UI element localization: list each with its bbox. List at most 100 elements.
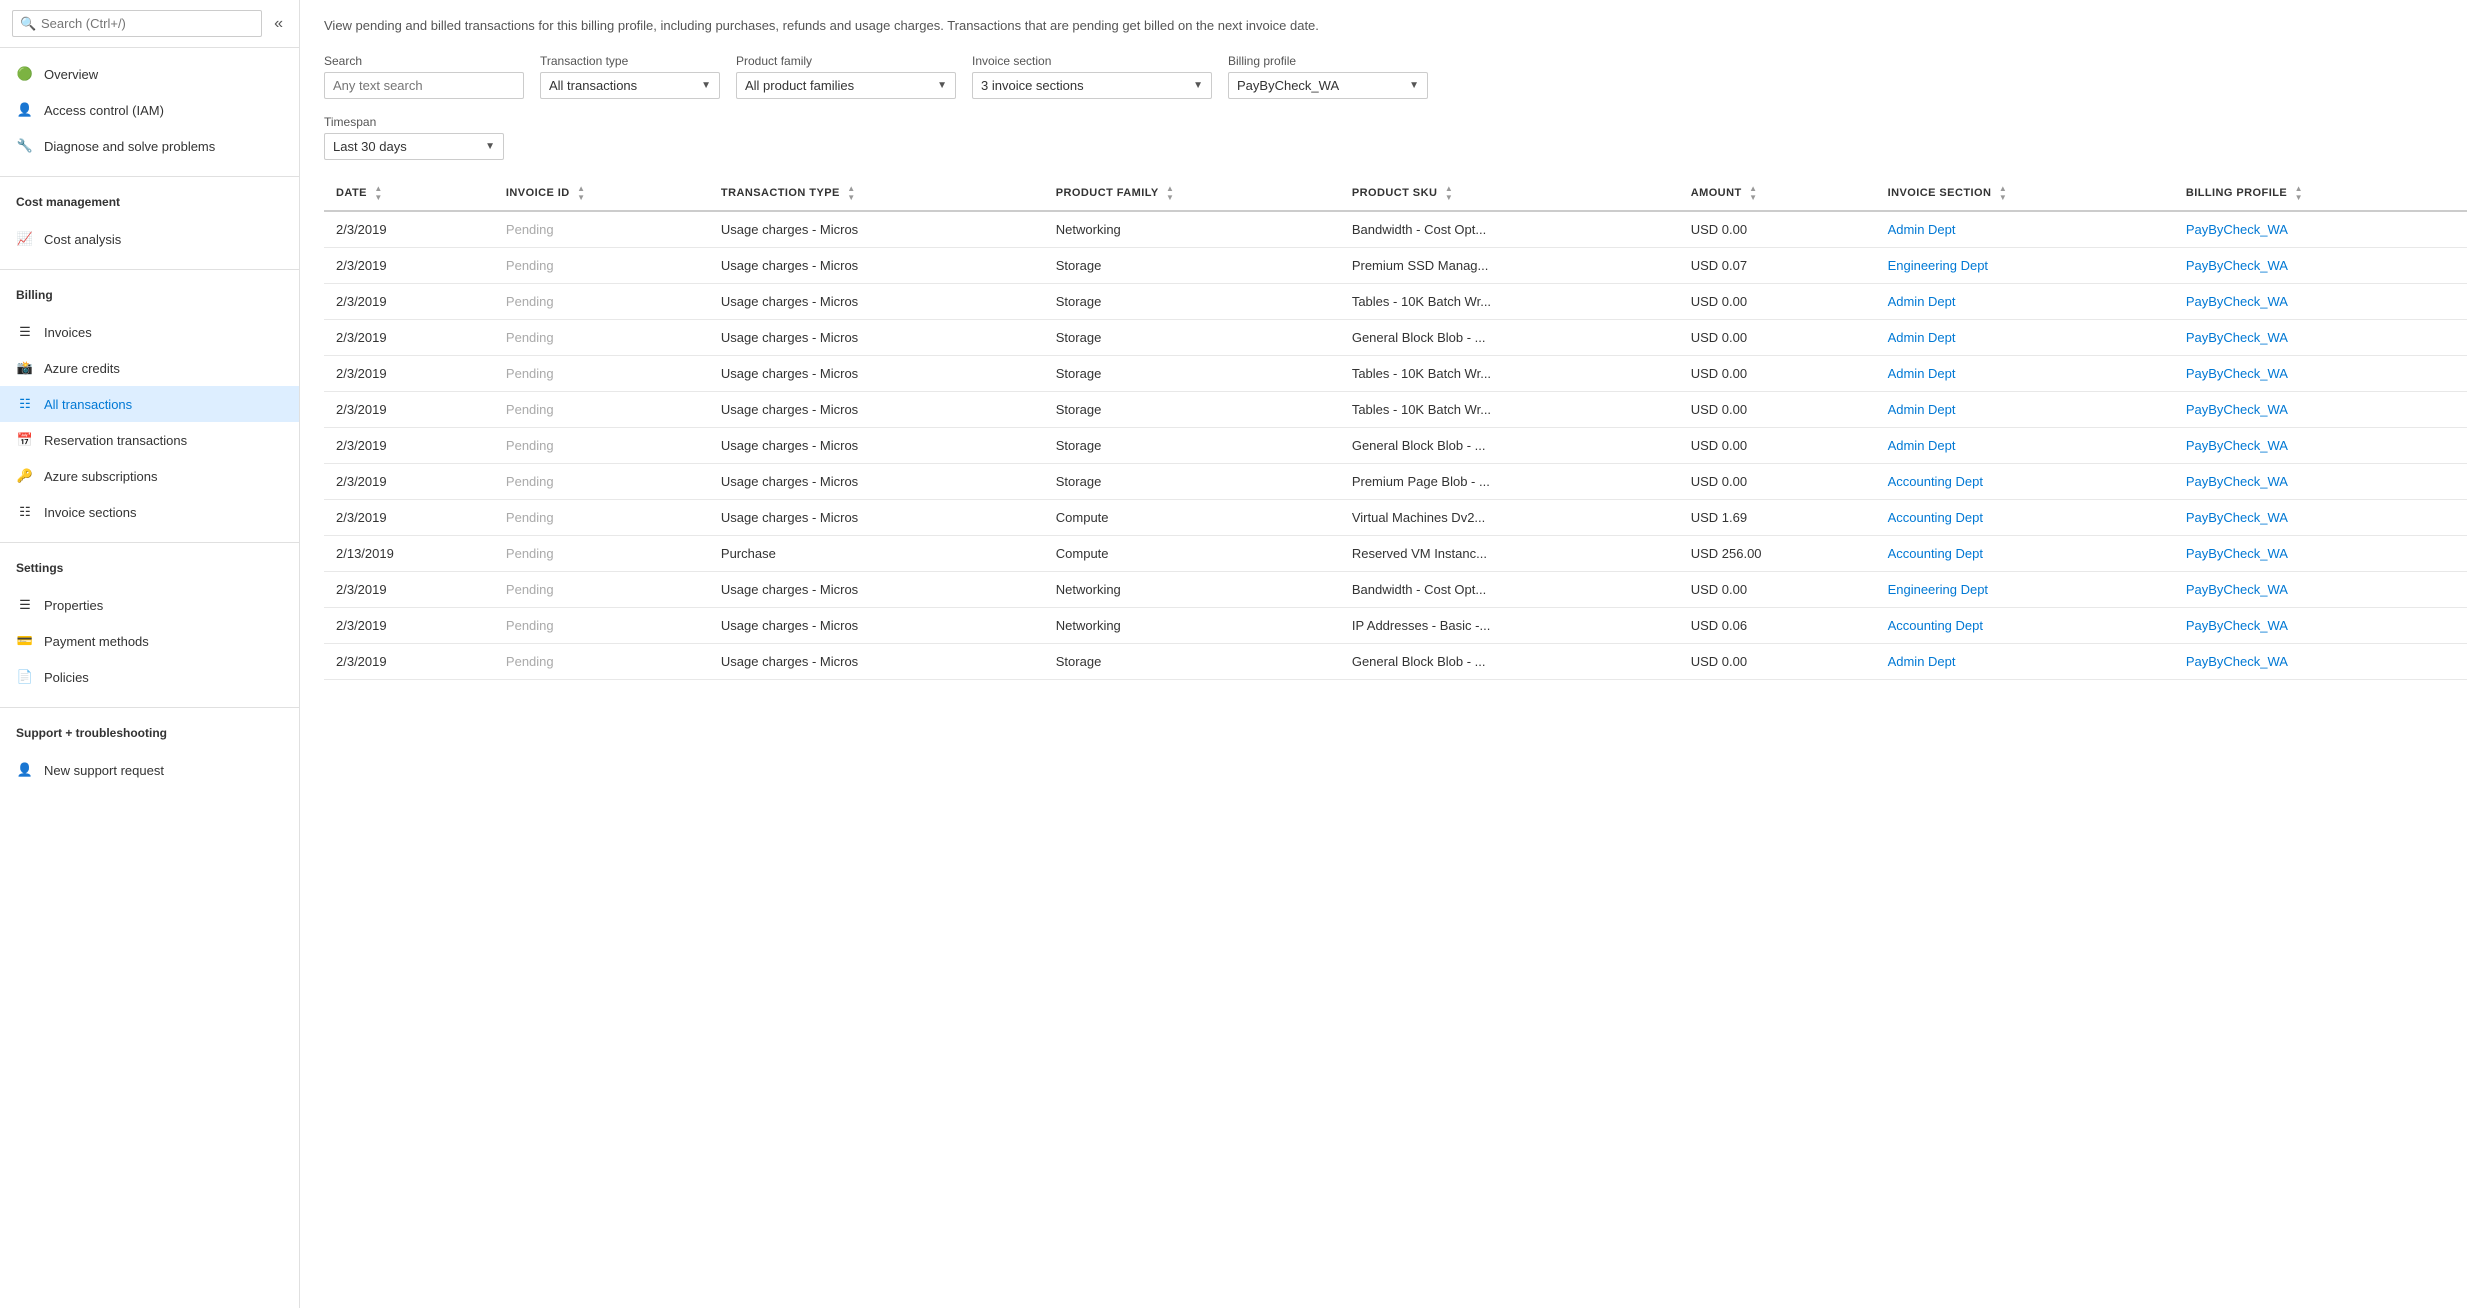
transaction-type-value: All transactions	[549, 78, 637, 93]
cell-invoice-section[interactable]: Engineering Dept	[1876, 247, 2174, 283]
sidebar-item-properties[interactable]: ☰ Properties	[0, 587, 299, 623]
circle-dot-icon: 🟢	[16, 65, 34, 83]
cell-invoice-id: Pending	[494, 499, 709, 535]
cell-billing-profile[interactable]: PayByCheck_WA	[2174, 463, 2467, 499]
table-row: 2/3/2019PendingUsage charges - MicrosNet…	[324, 607, 2467, 643]
collapse-button[interactable]: «	[270, 11, 287, 37]
col-date[interactable]: DATE ▲▼	[324, 176, 494, 211]
sidebar-item-payment-methods[interactable]: 💳 Payment methods	[0, 623, 299, 659]
sidebar-item-access-control[interactable]: 👤 Access control (IAM)	[0, 92, 299, 128]
cell-product-sku: Bandwidth - Cost Opt...	[1340, 211, 1679, 248]
search-filter-input[interactable]	[324, 72, 524, 99]
cell-billing-profile[interactable]: PayByCheck_WA	[2174, 319, 2467, 355]
cell-amount: USD 0.00	[1679, 319, 1876, 355]
product-family-dropdown[interactable]: All product families ▼	[736, 72, 956, 99]
product-family-filter-group: Product family All product families ▼	[736, 54, 956, 99]
cell-invoice-section[interactable]: Engineering Dept	[1876, 571, 2174, 607]
col-product-sku[interactable]: PRODUCT SKU ▲▼	[1340, 176, 1679, 211]
cell-invoice-section[interactable]: Admin Dept	[1876, 355, 2174, 391]
cell-invoice-id: Pending	[494, 571, 709, 607]
billing-profile-dropdown[interactable]: PayByCheck_WA ▼	[1228, 72, 1428, 99]
sidebar-item-new-support-request[interactable]: 👤 New support request	[0, 752, 299, 788]
sidebar-item-policies[interactable]: 📄 Policies	[0, 659, 299, 695]
sidebar-item-invoice-sections[interactable]: ☷ Invoice sections	[0, 494, 299, 530]
cell-amount: USD 0.07	[1679, 247, 1876, 283]
wrench-icon: 🔧	[16, 137, 34, 155]
sidebar-item-label: Reservation transactions	[44, 433, 187, 448]
cell-invoice-section[interactable]: Accounting Dept	[1876, 499, 2174, 535]
cell-amount: USD 0.00	[1679, 355, 1876, 391]
cell-billing-profile[interactable]: PayByCheck_WA	[2174, 427, 2467, 463]
credit-icon: 📸	[16, 359, 34, 377]
cell-billing-profile[interactable]: PayByCheck_WA	[2174, 499, 2467, 535]
cell-invoice-section[interactable]: Admin Dept	[1876, 211, 2174, 248]
cell-product-sku: Tables - 10K Batch Wr...	[1340, 355, 1679, 391]
sidebar-item-label: Overview	[44, 67, 98, 82]
col-amount[interactable]: AMOUNT ▲▼	[1679, 176, 1876, 211]
search-input[interactable]	[12, 10, 262, 37]
key-icon: 🔑	[16, 467, 34, 485]
cell-amount: USD 0.00	[1679, 427, 1876, 463]
cell-date: 2/3/2019	[324, 571, 494, 607]
section-cost-management: Cost management	[0, 181, 299, 213]
sidebar-item-reservation-transactions[interactable]: 📅 Reservation transactions	[0, 422, 299, 458]
col-transaction-type[interactable]: TRANSACTION TYPE ▲▼	[709, 176, 1044, 211]
cell-billing-profile[interactable]: PayByCheck_WA	[2174, 643, 2467, 679]
filters-row-2: Timespan Last 30 days ▼	[324, 115, 2467, 160]
grid-icon: ☷	[16, 395, 34, 413]
support-nav: 👤 New support request	[0, 744, 299, 796]
timespan-dropdown[interactable]: Last 30 days ▼	[324, 133, 504, 160]
sidebar-item-cost-analysis[interactable]: 📈 Cost analysis	[0, 221, 299, 257]
cell-product-family: Storage	[1044, 643, 1340, 679]
sidebar-item-azure-credits[interactable]: 📸 Azure credits	[0, 350, 299, 386]
cell-billing-profile[interactable]: PayByCheck_WA	[2174, 355, 2467, 391]
sidebar-item-all-transactions[interactable]: ☷ All transactions	[0, 386, 299, 422]
timespan-filter-group: Timespan Last 30 days ▼	[324, 115, 504, 160]
col-invoice-id[interactable]: INVOICE ID ▲▼	[494, 176, 709, 211]
invoice-section-dropdown[interactable]: 3 invoice sections ▼	[972, 72, 1212, 99]
col-billing-profile[interactable]: BILLING PROFILE ▲▼	[2174, 176, 2467, 211]
sidebar-top-nav: 🟢 Overview 👤 Access control (IAM) 🔧 Diag…	[0, 48, 299, 172]
cell-invoice-section[interactable]: Admin Dept	[1876, 427, 2174, 463]
sidebar-item-label: Invoices	[44, 325, 92, 340]
cell-invoice-id: Pending	[494, 643, 709, 679]
cell-billing-profile[interactable]: PayByCheck_WA	[2174, 283, 2467, 319]
cell-billing-profile[interactable]: PayByCheck_WA	[2174, 607, 2467, 643]
sidebar-item-overview[interactable]: 🟢 Overview	[0, 56, 299, 92]
sidebar-item-invoices[interactable]: ☰ Invoices	[0, 314, 299, 350]
cell-invoice-section[interactable]: Admin Dept	[1876, 283, 2174, 319]
cell-product-family: Storage	[1044, 247, 1340, 283]
cell-invoice-section[interactable]: Admin Dept	[1876, 319, 2174, 355]
cell-billing-profile[interactable]: PayByCheck_WA	[2174, 535, 2467, 571]
sidebar-item-diagnose[interactable]: 🔧 Diagnose and solve problems	[0, 128, 299, 164]
sidebar-item-label: Azure credits	[44, 361, 120, 376]
cell-amount: USD 1.69	[1679, 499, 1876, 535]
person-help-icon: 👤	[16, 761, 34, 779]
cell-invoice-section[interactable]: Admin Dept	[1876, 643, 2174, 679]
cell-invoice-section[interactable]: Admin Dept	[1876, 391, 2174, 427]
sidebar-search-area: 🔍 «	[0, 0, 299, 48]
table-row: 2/3/2019PendingUsage charges - MicrosSto…	[324, 427, 2467, 463]
cell-invoice-section[interactable]: Accounting Dept	[1876, 607, 2174, 643]
cell-billing-profile[interactable]: PayByCheck_WA	[2174, 211, 2467, 248]
cell-billing-profile[interactable]: PayByCheck_WA	[2174, 391, 2467, 427]
col-invoice-section[interactable]: INVOICE SECTION ▲▼	[1876, 176, 2174, 211]
person-icon: 👤	[16, 101, 34, 119]
transaction-type-dropdown[interactable]: All transactions ▼	[540, 72, 720, 99]
cell-transaction-type: Usage charges - Micros	[709, 247, 1044, 283]
col-product-family[interactable]: PRODUCT FAMILY ▲▼	[1044, 176, 1340, 211]
cell-invoice-section[interactable]: Accounting Dept	[1876, 535, 2174, 571]
cell-product-sku: Tables - 10K Batch Wr...	[1340, 391, 1679, 427]
cell-billing-profile[interactable]: PayByCheck_WA	[2174, 571, 2467, 607]
timespan-label: Timespan	[324, 115, 504, 129]
sidebar-item-azure-subscriptions[interactable]: 🔑 Azure subscriptions	[0, 458, 299, 494]
cell-date: 2/3/2019	[324, 607, 494, 643]
cell-transaction-type: Usage charges - Micros	[709, 607, 1044, 643]
cell-product-family: Storage	[1044, 391, 1340, 427]
cell-product-family: Compute	[1044, 535, 1340, 571]
cell-invoice-section[interactable]: Accounting Dept	[1876, 463, 2174, 499]
cell-invoice-id: Pending	[494, 607, 709, 643]
cell-amount: USD 0.06	[1679, 607, 1876, 643]
cell-billing-profile[interactable]: PayByCheck_WA	[2174, 247, 2467, 283]
cell-invoice-id: Pending	[494, 319, 709, 355]
